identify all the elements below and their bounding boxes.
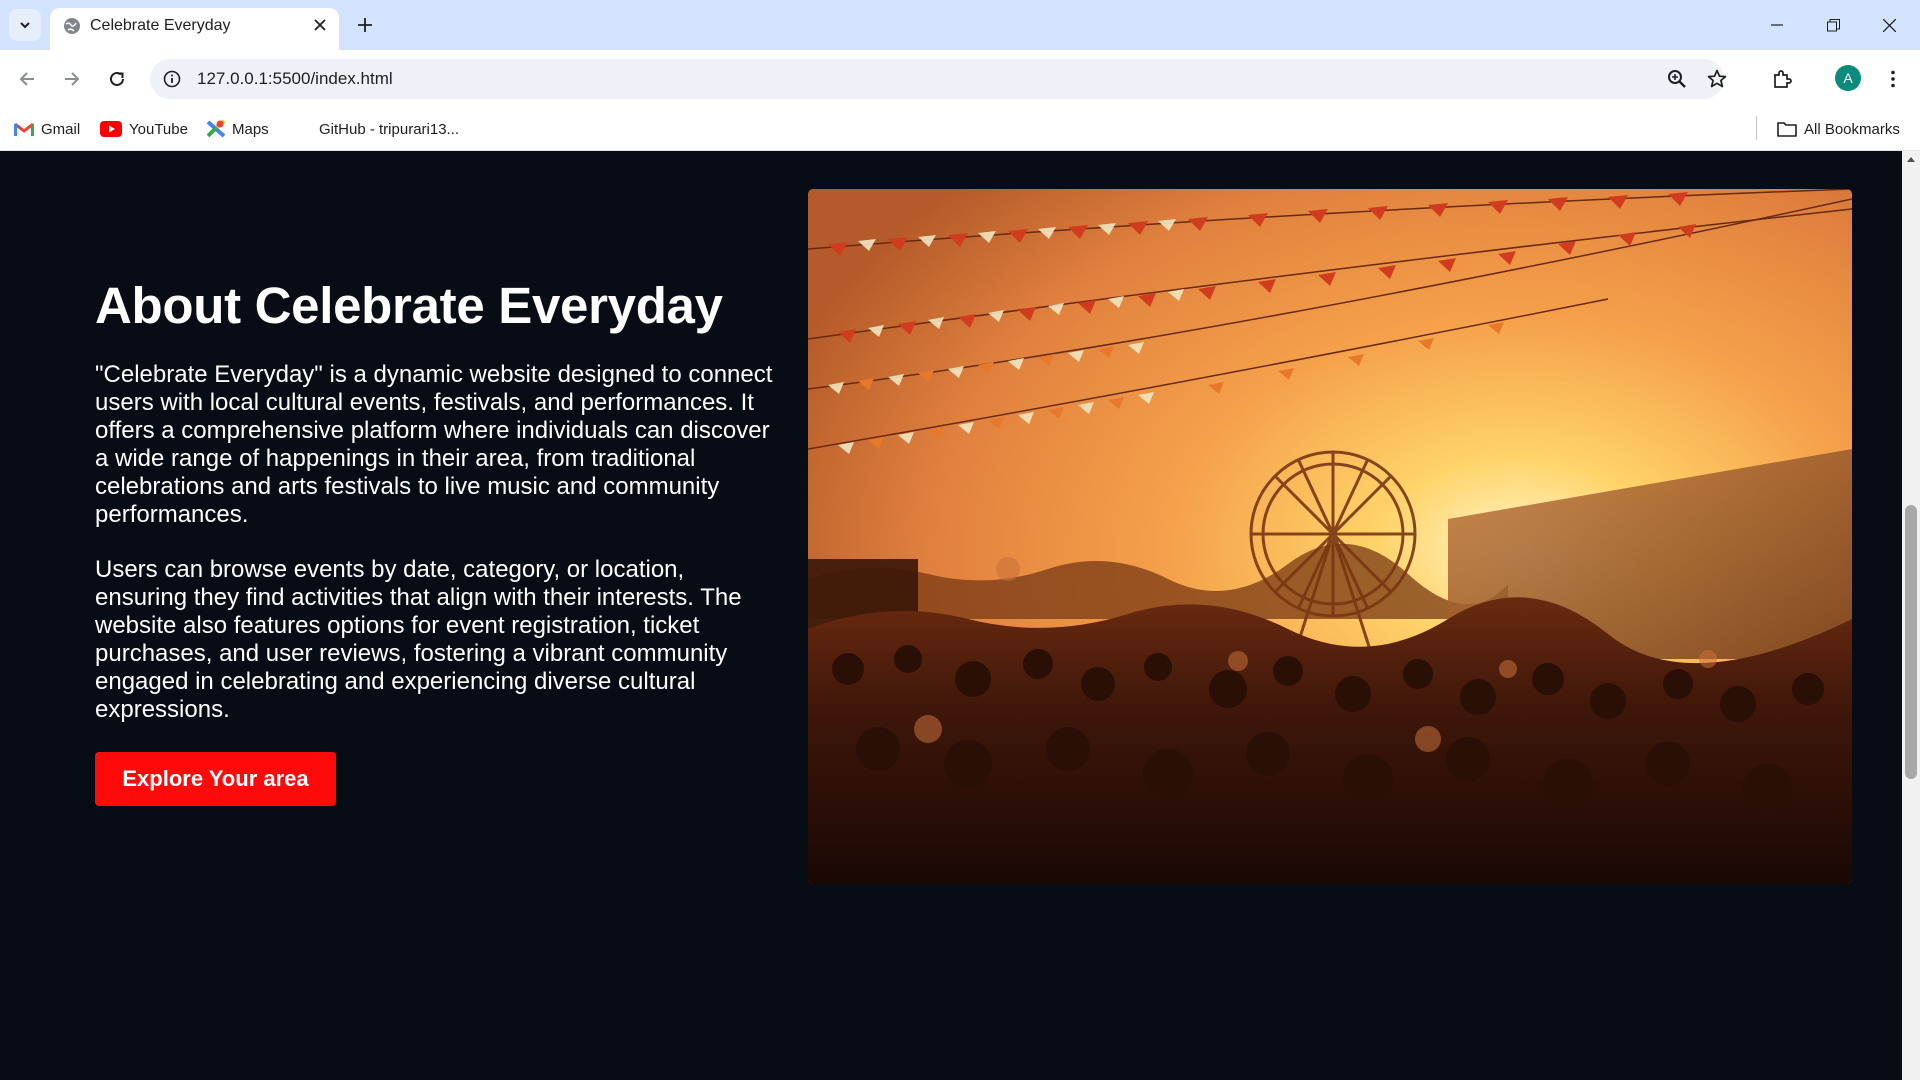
explore-your-area-button[interactable]: Explore Your area (95, 752, 336, 806)
all-bookmarks-label: All Bookmarks (1804, 120, 1900, 138)
site-info-icon[interactable] (160, 67, 184, 91)
browser-toolbar: 127.0.0.1:5500/index.html A (0, 50, 1920, 108)
restore-icon (1826, 18, 1840, 31)
maps-icon (207, 119, 225, 138)
puzzle-icon (1774, 70, 1792, 88)
bookmarks-bar: Gmail YouTube Maps GitHub - tripurari13.… (0, 108, 1920, 151)
chevron-down-icon (20, 22, 30, 29)
plus-icon (358, 18, 372, 32)
bookmark-label: Gmail (41, 120, 81, 138)
bookmarks-divider (1756, 116, 1757, 140)
youtube-icon (100, 121, 122, 137)
about-paragraph-1: "Celebrate Everyday" is a dynamic websit… (95, 361, 773, 528)
close-tab-icon[interactable] (309, 14, 331, 36)
close-window-button[interactable] (1869, 10, 1909, 40)
page-viewport: About Celebrate Everyday "Celebrate Ever… (0, 151, 1902, 1080)
scroll-thumb[interactable] (1905, 505, 1917, 779)
page-scrollbar[interactable] (1902, 151, 1920, 1080)
arrow-right-icon (65, 72, 80, 86)
minimize-button[interactable] (1757, 10, 1797, 40)
bookmark-youtube[interactable]: YouTube (100, 117, 188, 141)
profile-avatar[interactable]: A (1835, 65, 1861, 91)
festival-crowd-image (808, 189, 1852, 884)
zoom-icon[interactable] (1665, 67, 1689, 91)
bookmark-maps[interactable]: Maps (207, 117, 269, 141)
all-bookmarks-button[interactable]: All Bookmarks (1777, 117, 1900, 141)
new-tab-button[interactable] (352, 12, 378, 38)
tab-search-button[interactable] (9, 9, 41, 41)
kebab-menu-icon (1891, 70, 1895, 88)
back-button[interactable] (11, 63, 43, 95)
gmail-icon (14, 122, 34, 136)
bookmark-github[interactable]: GitHub - tripurari13... (296, 117, 459, 141)
url-text[interactable]: 127.0.0.1:5500/index.html (197, 69, 393, 89)
tab-title: Celebrate Everyday (90, 17, 231, 34)
reload-icon (110, 71, 124, 86)
github-icon (296, 121, 312, 137)
bookmark-label: YouTube (129, 120, 188, 138)
reload-button[interactable] (101, 63, 133, 95)
scroll-up-arrow-icon[interactable] (1907, 157, 1915, 162)
arrow-left-icon (19, 72, 34, 86)
bookmark-label: GitHub - tripurari13... (319, 120, 460, 138)
tab-strip: Celebrate Everyday (0, 0, 1920, 50)
restore-button[interactable] (1813, 10, 1853, 40)
about-title: About Celebrate Everyday (95, 277, 723, 334)
globe-icon (63, 17, 81, 40)
bookmark-star-icon[interactable] (1705, 67, 1729, 91)
address-bar[interactable]: 127.0.0.1:5500/index.html (150, 59, 1727, 99)
folder-icon (1777, 122, 1797, 137)
menu-button[interactable] (1877, 63, 1909, 95)
about-paragraph-2: Users can browse events by date, categor… (95, 556, 742, 723)
active-tab[interactable]: Celebrate Everyday (50, 8, 339, 50)
minimize-icon (1771, 24, 1783, 26)
extensions-button[interactable] (1766, 63, 1798, 95)
bookmark-gmail[interactable]: Gmail (14, 117, 80, 141)
bookmark-label: Maps (232, 120, 269, 138)
forward-button[interactable] (56, 63, 88, 95)
close-icon (1882, 18, 1896, 32)
